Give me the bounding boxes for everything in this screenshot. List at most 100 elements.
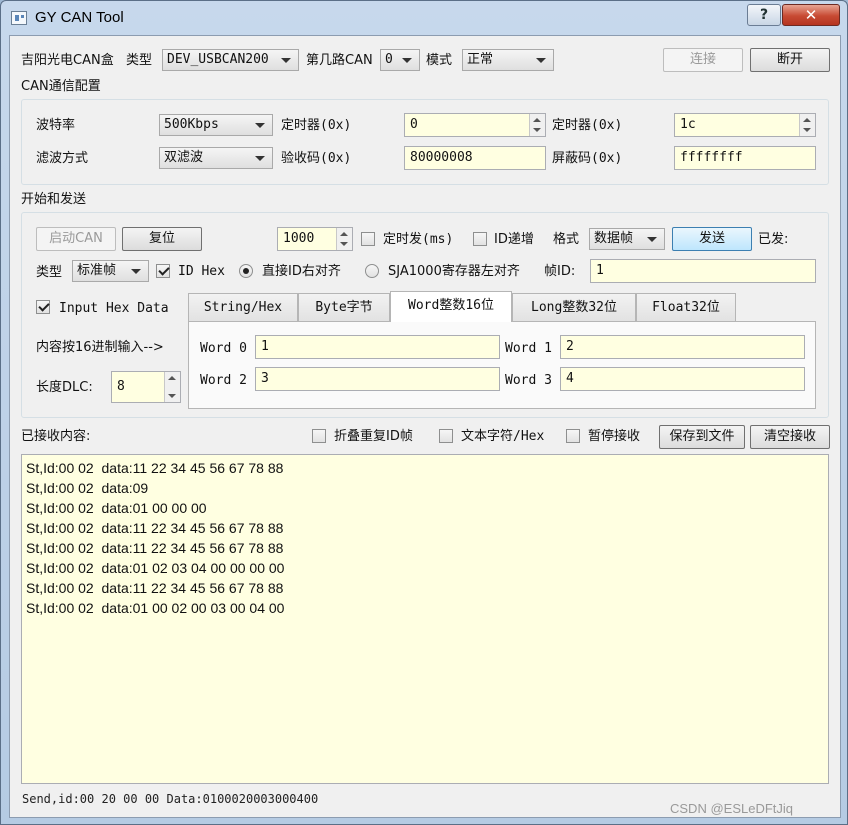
fold-duplicate-label: 折叠重复ID帧 [334,429,413,444]
baud-select[interactable]: 500Kbps [159,114,273,136]
send-group: 启动CAN 复位 1000 定时发(ms) ID递增 格式 数据帧 发送 已发:… [21,212,829,418]
timer1-spinbox[interactable]: 1c [674,113,816,137]
tab-long32[interactable]: Long整数32位 [512,293,636,321]
log-line: St,Id:00 02 data:01 00 02 00 03 00 04 00 [26,600,285,616]
status-bar: Send,id:00 20 00 00 Data:010002000300040… [22,792,319,806]
mask-code-label: 屏蔽码(0x) [552,151,623,166]
id-hex-label: ID Hex [178,264,225,279]
log-line: St,Id:00 02 data:09 [26,480,149,496]
log-line: St,Id:00 02 data:11 22 34 45 56 67 78 88 [26,540,284,556]
reset-button[interactable]: 复位 [122,227,202,251]
tab-float32[interactable]: Float32位 [636,293,736,321]
chevron-down-icon [536,58,546,63]
help-button[interactable]: ? [747,4,781,26]
log-line: St,Id:00 02 data:11 22 34 45 56 67 78 88 [26,580,284,596]
channel-label: 第几路CAN [306,53,373,68]
acc-code-input[interactable]: 80000008 [404,146,546,170]
spin-arrows-icon[interactable] [529,114,545,136]
pause-receive-label: 暂停接收 [588,429,641,444]
word-input[interactable]: 1 [255,335,500,359]
tab-word16[interactable]: Word整数16位 [390,291,512,322]
filter-label: 滤波方式 [36,151,89,166]
watermark: CSDN @ESLeDFtJiq [670,801,794,816]
timer1-value: 1c [680,117,696,132]
id-increment-checkbox[interactable] [473,232,487,246]
input-hex-checkbox[interactable] [36,300,50,314]
channel-select[interactable]: 0 [380,49,420,71]
word-input[interactable]: 4 [560,367,805,391]
mode-label: 模式 [426,53,453,68]
chevron-down-icon [255,156,265,161]
device-type-select[interactable]: DEV_USBCAN200 [162,49,299,71]
disconnect-button[interactable]: 断开 [750,48,830,72]
timer0-label: 定时器(0x) [281,118,352,133]
log-line: St,Id:00 02 data:01 02 03 04 00 00 00 00 [26,560,285,576]
chevron-down-icon [402,58,412,63]
word-input[interactable]: 3 [255,367,500,391]
client-area: 吉阳光电CAN盒 类型 DEV_USBCAN200 第几路CAN 0 模式 正常… [9,35,841,818]
tab-byte[interactable]: Byte字节 [298,293,390,321]
chevron-down-icon [131,269,141,274]
frame-id-input[interactable]: 1 [590,259,816,283]
filter-select[interactable]: 双滤波 [159,147,273,169]
dlc-spinbox[interactable]: 8 [111,371,181,403]
save-to-file-button[interactable]: 保存到文件 [659,425,745,449]
start-can-button[interactable]: 启动CAN [36,227,116,251]
timed-send-label: 定时发(ms) [383,232,454,247]
config-group: 波特率 500Kbps 定时器(0x) 0 定时器(0x) 1c 滤波方式 双滤… [21,99,829,185]
mask-code-input[interactable]: ffffffff [674,146,816,170]
direct-id-radio[interactable] [239,264,253,278]
input-hex-label: Input Hex Data [59,301,169,316]
timed-send-checkbox[interactable] [361,232,375,246]
log-line: St,Id:00 02 data:11 22 34 45 56 67 78 88 [26,520,284,536]
word-label: Word 2 [200,373,247,388]
frame-type-value: 标准帧 [77,263,117,278]
spin-arrows-icon[interactable] [799,114,815,136]
spin-arrows-icon[interactable] [164,372,180,402]
clear-receive-button[interactable]: 清空接收 [750,425,830,449]
chevron-down-icon [255,123,265,128]
text-hex-checkbox[interactable] [439,429,453,443]
direct-id-label: 直接ID右对齐 [262,264,341,279]
fold-duplicate-checkbox[interactable] [312,429,326,443]
baud-label: 波特率 [36,118,76,133]
data-tab-widget: String/Hex Byte字节 Word整数16位 Long整数32位 Fl… [188,291,816,409]
sja1000-label: SJA1000寄存器左对齐 [388,264,520,279]
receive-log[interactable]: St,Id:00 02 data:11 22 34 45 56 67 78 88… [21,454,829,784]
content-hint-label: 内容按16进制输入--> [36,340,164,355]
word-label: Word 1 [505,341,552,356]
interval-spinbox[interactable]: 1000 [277,227,353,251]
format-value: 数据帧 [594,231,634,246]
frame-id-label: 帧ID: [544,264,576,279]
device-type-value: DEV_USBCAN200 [167,52,269,67]
connect-button[interactable]: 连接 [663,48,743,72]
dlc-value: 8 [117,379,125,394]
id-hex-checkbox[interactable] [156,264,170,278]
dlc-label: 长度DLC: [36,380,93,395]
device-type-label: 类型 [126,53,153,68]
title-bar[interactable]: GY CAN Tool ? ✕ [1,1,847,35]
tab-string-hex[interactable]: String/Hex [188,293,298,321]
format-select[interactable]: 数据帧 [589,228,665,250]
timer1-label: 定时器(0x) [552,118,623,133]
chevron-down-icon [647,237,657,242]
pause-receive-checkbox[interactable] [566,429,580,443]
app-icon [11,11,27,25]
send-button[interactable]: 发送 [672,227,752,251]
sja1000-radio[interactable] [365,264,379,278]
word-input[interactable]: 2 [560,335,805,359]
frame-type-label: 类型 [36,265,63,280]
log-line: St,Id:00 02 data:01 00 00 00 [26,500,207,516]
mode-select[interactable]: 正常 [462,49,554,71]
close-button[interactable]: ✕ [782,4,840,26]
acc-code-label: 验收码(0x) [281,151,352,166]
frame-type-select[interactable]: 标准帧 [72,260,149,282]
device-label: 吉阳光电CAN盒 [21,53,114,68]
baud-value: 500Kbps [164,117,219,132]
receive-section-title: 已接收内容: [21,429,91,444]
app-window: GY CAN Tool ? ✕ 吉阳光电CAN盒 类型 DEV_USBCAN20… [0,0,848,825]
format-label: 格式 [553,232,580,247]
id-increment-label: ID递增 [494,232,534,247]
timer0-spinbox[interactable]: 0 [404,113,546,137]
spin-arrows-icon[interactable] [336,228,352,250]
